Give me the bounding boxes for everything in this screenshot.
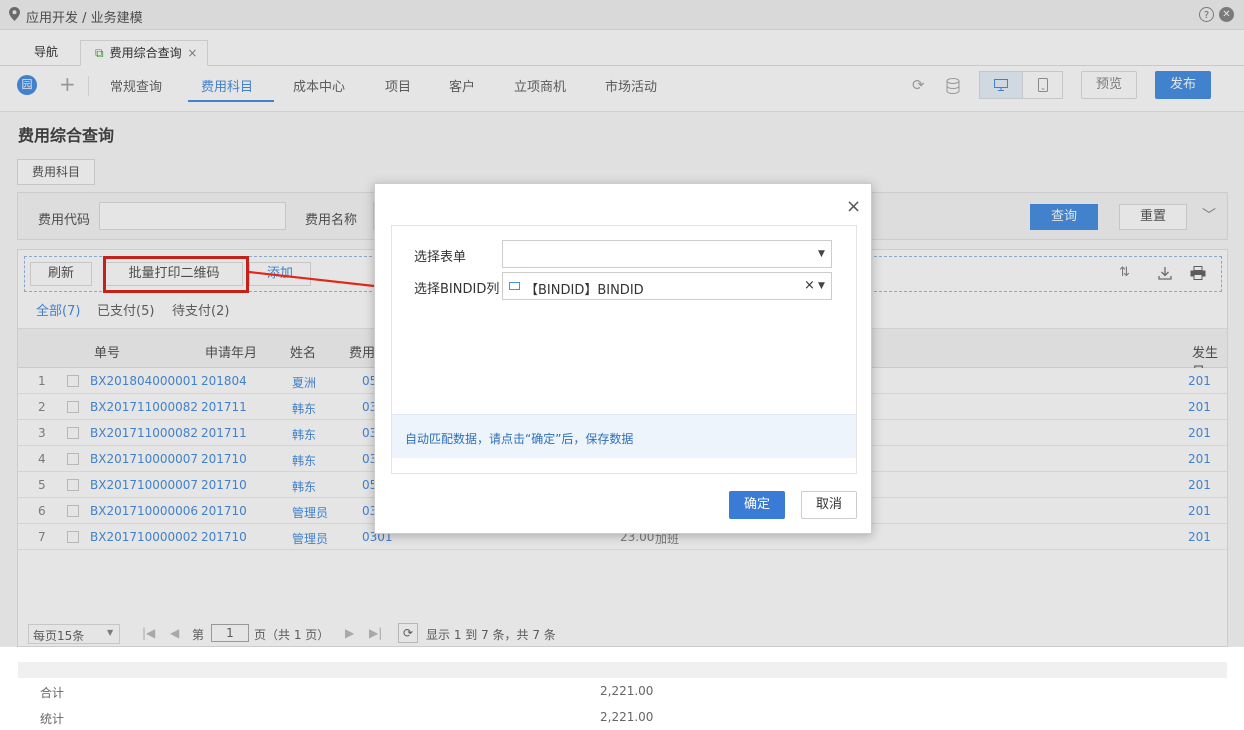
field-icon bbox=[509, 282, 520, 290]
select-form-dropdown[interactable]: ▼ bbox=[502, 240, 832, 268]
bindid-column-label: 选择BINDID列 bbox=[414, 282, 500, 297]
dialog-close-icon[interactable]: × bbox=[846, 198, 861, 216]
horizontal-scrollbar[interactable] bbox=[18, 662, 1227, 678]
select-form-label: 选择表单 bbox=[414, 250, 467, 265]
confirm-button[interactable]: 确定 bbox=[729, 491, 785, 519]
totals: 合计 2,221.00 统计 2,221.00 bbox=[18, 678, 1227, 730]
chevron-down-icon: ▼ bbox=[818, 281, 825, 291]
dialog-body: 选择表单 ▼ 选择BINDID列 【BINDID】BINDID × ▼ 自动匹配… bbox=[391, 225, 857, 474]
bindid-column-dropdown[interactable]: 【BINDID】BINDID × ▼ bbox=[502, 272, 832, 300]
clear-icon[interactable]: × bbox=[804, 278, 815, 293]
stat-value: 2,221.00 bbox=[600, 710, 654, 724]
bindid-dialog: × 选择表单 ▼ 选择BINDID列 【BINDID】BINDID × ▼ 自动… bbox=[374, 183, 872, 534]
cancel-button[interactable]: 取消 bbox=[801, 491, 857, 519]
chevron-down-icon: ▼ bbox=[818, 249, 825, 259]
stat-label: 统计 bbox=[40, 712, 65, 726]
bindid-column-value: 【BINDID】BINDID bbox=[525, 283, 644, 298]
hint-message: 自动匹配数据，请点击“确定”后，保存数据 bbox=[392, 414, 856, 458]
sum-value: 2,221.00 bbox=[600, 684, 654, 698]
sum-label: 合计 bbox=[40, 686, 65, 700]
